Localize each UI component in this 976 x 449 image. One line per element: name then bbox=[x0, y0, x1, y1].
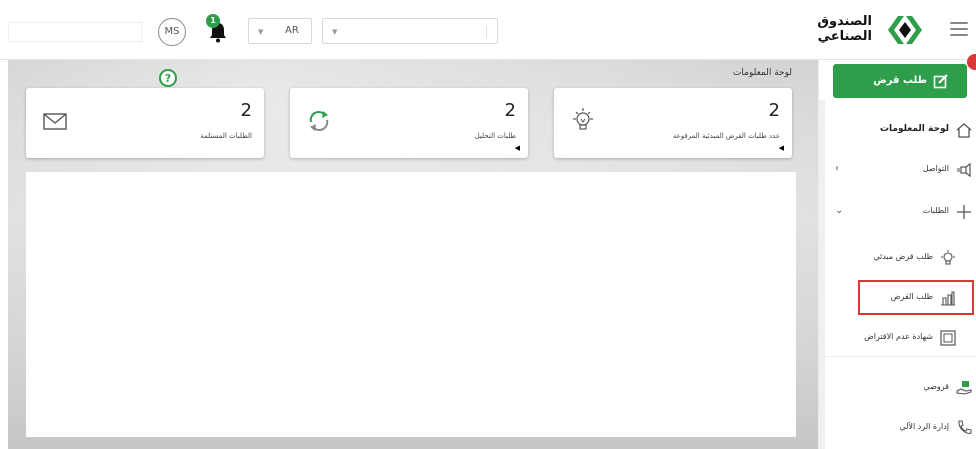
lightbulb-icon bbox=[941, 250, 955, 265]
sidebar-divider bbox=[825, 356, 976, 357]
language-select[interactable]: ▼ AR bbox=[248, 18, 312, 44]
breadcrumb: لوحة المعلومات bbox=[732, 68, 792, 78]
menu-icon-bar bbox=[950, 22, 968, 24]
stat-card-analysis-requests[interactable]: 2 طلبات التحليل ◀ bbox=[290, 88, 528, 158]
select-divider bbox=[486, 26, 487, 38]
dashboard-content-panel bbox=[26, 172, 796, 437]
logo-line-2: الصناعي bbox=[817, 29, 872, 44]
logo-line-1: الصندوق bbox=[817, 14, 872, 29]
sidebar-item-requests[interactable]: الطلبات ⌄ bbox=[825, 198, 976, 226]
highlight-annotation bbox=[858, 280, 974, 315]
chevron-down-icon: ▼ bbox=[332, 28, 338, 36]
menu-icon-bar bbox=[950, 34, 968, 36]
sidebar-item-my-loans[interactable]: قروضي bbox=[825, 374, 976, 402]
chevron-down-icon: ▼ bbox=[258, 28, 264, 36]
sidebar-item-no-borrowing-certificate[interactable]: شهادة عدم الاقتراض bbox=[825, 324, 976, 352]
menu-toggle-button[interactable] bbox=[950, 22, 968, 38]
sidebar-item-dashboard[interactable]: لوحة المعلومات bbox=[825, 116, 976, 144]
stat-card-initial-requests[interactable]: 2 عدد طلبات القرض المبدئية المرفوعة ◀ bbox=[554, 88, 792, 158]
sidebar-item-label: التواصل bbox=[922, 164, 949, 173]
certificate-icon bbox=[940, 330, 956, 346]
new-loan-label: طلب قرض bbox=[873, 75, 927, 86]
notification-count-badge: 1 bbox=[206, 14, 220, 28]
hand-money-icon bbox=[956, 381, 972, 395]
sidebar-item-label: لوحة المعلومات bbox=[880, 124, 949, 134]
chevron-down-icon: ⌄ bbox=[835, 205, 844, 216]
notifications-button[interactable]: 1 bbox=[206, 14, 230, 44]
sidebar-item-communication[interactable]: التواصل ‹ bbox=[825, 156, 976, 184]
sidebar-item-auto-reply[interactable]: إدارة الرد الآلي bbox=[825, 414, 976, 442]
megaphone-icon bbox=[957, 162, 971, 178]
logo-mark-icon bbox=[888, 16, 922, 44]
dashboard-area: ? لوحة المعلومات 2 عدد طلبات القرض المبد… bbox=[8, 60, 818, 449]
alert-dot bbox=[967, 54, 976, 70]
phone-icon bbox=[958, 420, 972, 434]
fund-logo[interactable]: الصندوق الصناعي bbox=[817, 10, 926, 50]
sidebar: طلب قرض لوحة المعلومات التواصل ‹ الطلبات… bbox=[818, 54, 976, 449]
help-icon[interactable]: ? bbox=[158, 68, 178, 88]
card-count: 2 bbox=[768, 100, 780, 121]
card-count: 2 bbox=[504, 100, 516, 121]
lightbulb-icon bbox=[573, 108, 593, 130]
envelope-icon bbox=[43, 113, 67, 130]
sidebar-item-label: إدارة الرد الآلي bbox=[899, 422, 949, 431]
company-select[interactable]: ▼ bbox=[322, 18, 498, 44]
refresh-icon bbox=[309, 111, 329, 131]
plus-icon bbox=[957, 205, 971, 219]
card-count: 2 bbox=[240, 100, 252, 121]
new-loan-request-button[interactable]: طلب قرض bbox=[833, 64, 967, 98]
card-label: طلبات التحليل bbox=[474, 132, 516, 140]
sidebar-item-label: قروضي bbox=[923, 382, 949, 391]
stat-card-received-requests[interactable]: 2 الطلبات المستلمة bbox=[26, 88, 264, 158]
card-label: الطلبات المستلمة bbox=[200, 132, 252, 140]
sidebar-item-initial-loan-request[interactable]: طلب قرض مبدئي bbox=[825, 244, 976, 272]
svg-text:?: ? bbox=[165, 72, 171, 85]
card-label: عدد طلبات القرض المبدئية المرفوعة bbox=[672, 132, 780, 140]
sidebar-item-label: الطلبات bbox=[922, 206, 949, 215]
card-expand-arrow[interactable]: ◀ bbox=[779, 144, 784, 152]
language-value: AR bbox=[285, 25, 299, 36]
logo-text: الصندوق الصناعي bbox=[817, 14, 872, 44]
sidebar-item-label: شهادة عدم الاقتراض bbox=[864, 332, 933, 341]
edit-icon bbox=[933, 74, 948, 89]
home-icon bbox=[956, 123, 972, 138]
card-expand-arrow[interactable]: ◀ bbox=[515, 144, 520, 152]
user-avatar[interactable]: MS bbox=[158, 18, 186, 46]
top-header: MS 1 ▼ AR ▼ الصندوق الصناعي bbox=[0, 0, 976, 60]
menu-icon-bar bbox=[950, 28, 968, 30]
header-search-field[interactable] bbox=[8, 22, 142, 42]
sidebar-item-label: طلب قرض مبدئي bbox=[873, 252, 933, 261]
chevron-left-icon: ‹ bbox=[835, 163, 839, 174]
